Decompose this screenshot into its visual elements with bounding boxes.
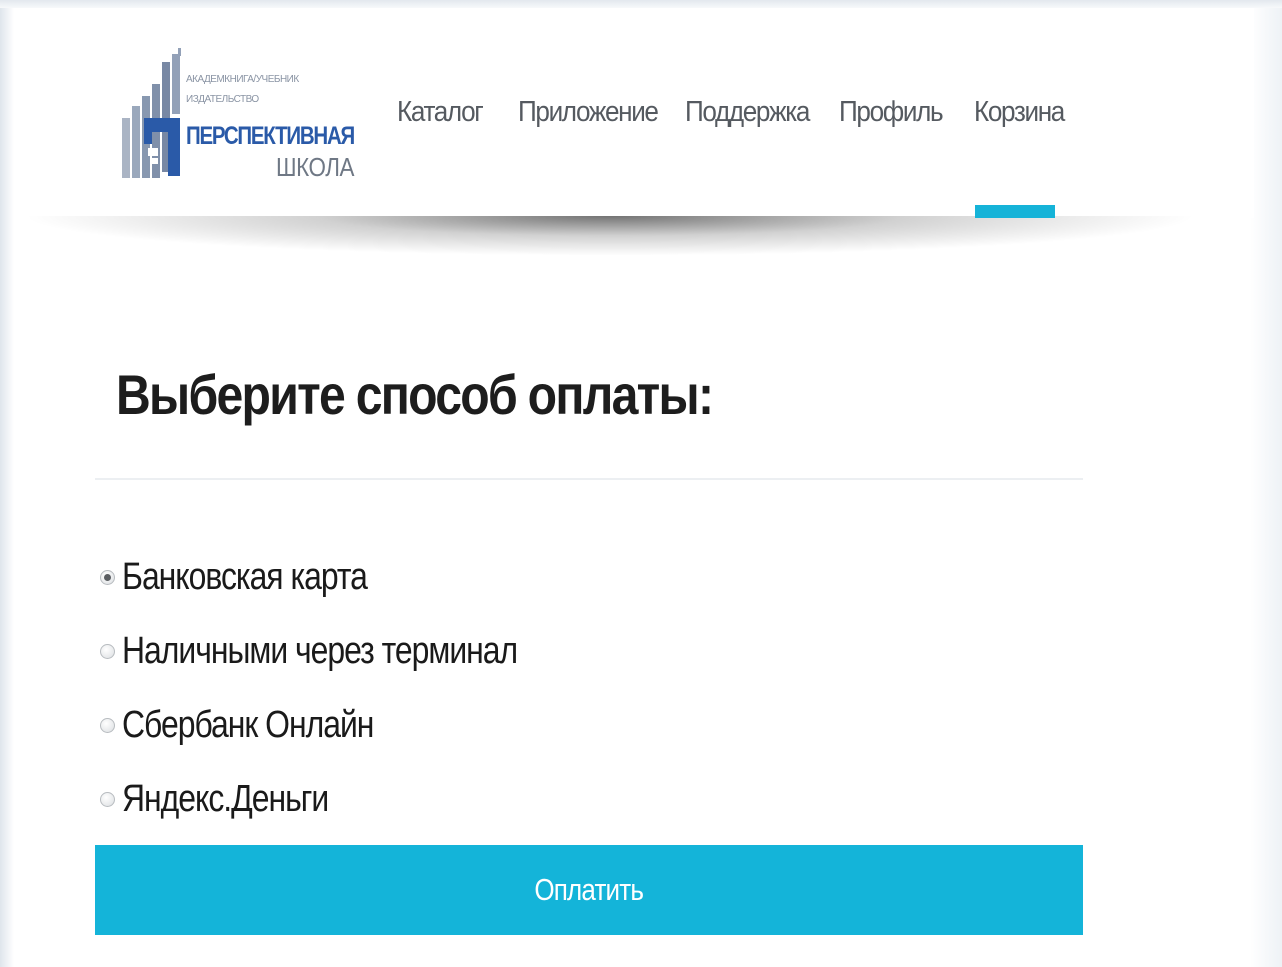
header-shadow [20, 216, 1200, 256]
payment-option-cash-terminal[interactable]: Наличными через терминал [100, 614, 592, 688]
publisher-logo[interactable]: АКАДЕМКНИГА/УЧЕБНИК ИЗДАТЕЛЬСТВО ПЕРСПЕК… [122, 48, 362, 188]
payment-option-yandex-money[interactable]: Яндекс.Деньги [100, 762, 592, 836]
top-strip [0, 0, 1282, 8]
radio-cash-terminal[interactable] [100, 643, 115, 659]
page: АКАДЕМКНИГА/УЧЕБНИК ИЗДАТЕЛЬСТВО ПЕРСПЕК… [0, 0, 1282, 967]
nav-active-indicator [975, 205, 1055, 218]
nav-cart[interactable]: Корзина [974, 96, 1065, 129]
page-title: Выберите способ оплаты: [116, 363, 714, 426]
nav-application[interactable]: Приложение [518, 96, 659, 129]
logo-line-1: АКАДЕМКНИГА/УЧЕБНИК [186, 74, 299, 85]
payment-option-label: Банковская карта [122, 555, 368, 598]
payment-option-bank-card[interactable]: Банковская карта [100, 540, 592, 614]
radio-yandex-money[interactable] [100, 791, 115, 807]
payment-option-label: Яндекс.Деньги [122, 777, 329, 820]
payment-option-sberbank-online[interactable]: Сбербанк Онлайн [100, 688, 592, 762]
payment-options: Банковская карта Наличными через термина… [100, 540, 592, 836]
pay-button-label: Оплатить [534, 872, 645, 907]
logo-line-4: ШКОЛА [276, 152, 355, 182]
divider [95, 478, 1083, 480]
pay-button[interactable]: Оплатить [95, 845, 1083, 935]
nav-catalog[interactable]: Каталог [397, 96, 484, 129]
logo-line-3: ПЕРСПЕКТИВНАЯ [186, 122, 354, 150]
nav-profile[interactable]: Профиль [839, 96, 944, 129]
radio-bank-card[interactable] [100, 569, 115, 585]
nav-support[interactable]: Поддержка [685, 96, 810, 129]
logo-line-2: ИЗДАТЕЛЬСТВО [186, 94, 259, 105]
payment-option-label: Наличными через терминал [122, 629, 518, 672]
radio-sberbank-online[interactable] [100, 717, 115, 733]
payment-option-label: Сбербанк Онлайн [122, 703, 374, 746]
